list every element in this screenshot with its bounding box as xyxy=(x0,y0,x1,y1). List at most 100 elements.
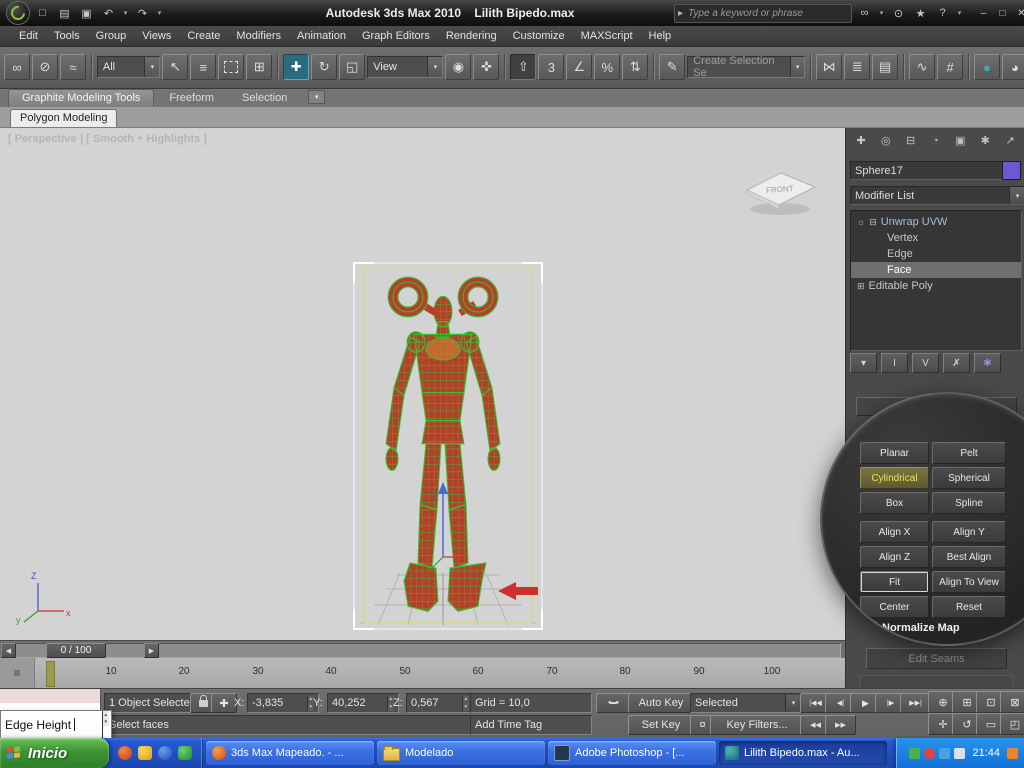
help-button[interactable]: ? xyxy=(933,4,952,23)
time-slider-track[interactable] xyxy=(15,643,841,658)
quick-launch-explorer-icon[interactable] xyxy=(158,746,172,760)
next-frame-arrow[interactable]: ▶ xyxy=(144,643,159,658)
partial-rollout-button[interactable] xyxy=(860,675,1013,689)
fit-button[interactable]: Fit xyxy=(860,571,929,593)
render-setup-button[interactable]: ◕ xyxy=(1002,54,1024,80)
modifier-list-dropdown[interactable]: Modifier List ▾ xyxy=(850,186,1024,205)
reset-button[interactable]: Reset xyxy=(932,596,1006,618)
tab-utilities[interactable]: ✱ xyxy=(976,133,994,148)
maximize-viewport-button[interactable]: ◰ xyxy=(1000,713,1024,735)
menu-customize[interactable]: Customize xyxy=(506,28,572,44)
tray-messenger-icon[interactable] xyxy=(924,748,935,759)
search-dropdown[interactable]: ▾ xyxy=(877,4,886,23)
menu-edit[interactable]: Edit xyxy=(12,28,45,44)
maximize-button[interactable]: □ xyxy=(994,6,1011,21)
named-selection-dropdown[interactable]: Create Selection Se ▾ xyxy=(687,56,805,78)
task-browser-window[interactable]: 3ds Max Mapeado. - ... xyxy=(206,741,374,765)
selection-filter-dropdown[interactable]: All ▾ xyxy=(97,56,160,78)
application-menu-button[interactable] xyxy=(6,1,30,25)
window-crossing-toggle-button[interactable]: ⊞ xyxy=(246,54,272,80)
favorites-button[interactable]: ★ xyxy=(911,4,930,23)
quick-launch-browser-icon[interactable] xyxy=(118,746,132,760)
menu-modifiers[interactable]: Modifiers xyxy=(229,28,288,44)
tab-polygon-modeling[interactable]: Polygon Modeling xyxy=(10,109,117,127)
tab-graphite-modeling-tools[interactable]: Graphite Modeling Tools xyxy=(8,89,154,107)
stack-item-unwrap-uvw[interactable]: ☼ ⊟ Unwrap UVW xyxy=(851,214,1021,230)
tab-hierarchy[interactable]: ⊟ xyxy=(902,133,920,148)
mini-curve-editor-button[interactable]: ≡ xyxy=(0,658,35,688)
communication-center-button[interactable]: ⊙ xyxy=(889,4,908,23)
quick-launch-messenger-icon[interactable] xyxy=(138,746,152,760)
taskbar-clock[interactable]: 21:44 xyxy=(972,747,1000,759)
cylindrical-button[interactable]: Cylindrical xyxy=(860,467,929,489)
quick-launch-media-icon[interactable] xyxy=(178,746,192,760)
angle-snap-button[interactable]: ∠ xyxy=(566,54,592,80)
panel-popout-button[interactable]: ↗ xyxy=(1001,133,1019,148)
key-filters-button[interactable]: Key Filters... xyxy=(710,715,804,735)
z-coordinate-field[interactable]: 0,567 ▲▼ xyxy=(406,693,474,713)
undo-dropdown[interactable]: ▾ xyxy=(121,4,130,23)
unlink-selection-button[interactable]: ⊘ xyxy=(32,54,58,80)
add-time-tag-field[interactable]: Add Time Tag xyxy=(470,715,592,735)
select-and-rotate-button[interactable]: ↻ xyxy=(311,54,337,80)
selected-filter-dropdown[interactable]: Selected ▾ xyxy=(690,693,802,713)
pin-stack-button[interactable]: ▾ xyxy=(850,353,877,373)
menu-rendering[interactable]: Rendering xyxy=(439,28,504,44)
configure-modifier-sets-button[interactable]: ✱ xyxy=(974,353,1001,373)
menu-maxscript[interactable]: MAXScript xyxy=(574,28,640,44)
normalize-map-checkbox[interactable]: ✓ Normalize Map xyxy=(864,621,960,634)
percent-snap-button[interactable]: % xyxy=(594,54,620,80)
tray-volume-icon[interactable] xyxy=(954,748,965,759)
start-button[interactable]: Inicio xyxy=(0,738,109,768)
align-button[interactable]: ≣ xyxy=(844,54,870,80)
select-object-button[interactable]: ↖ xyxy=(162,54,188,80)
auto-key-button[interactable]: Auto Key xyxy=(628,693,694,713)
select-and-manipulate-button[interactable]: ✜ xyxy=(473,54,499,80)
stack-item-edge[interactable]: Edge xyxy=(851,246,1021,262)
align-y-button[interactable]: Align Y xyxy=(932,521,1006,543)
viewport[interactable]: [ Perspective ] [ Smooth + Highlights ] … xyxy=(0,127,845,640)
tray-language-icon[interactable] xyxy=(1007,748,1018,759)
select-and-move-button[interactable]: ✚ xyxy=(283,54,309,80)
select-and-scale-button[interactable]: ◱ xyxy=(339,54,365,80)
spinner-snap-button[interactable]: ⇅ xyxy=(622,54,648,80)
menu-create[interactable]: Create xyxy=(180,28,227,44)
select-by-name-button[interactable]: ≡ xyxy=(190,54,216,80)
zoom-extents-all-button[interactable]: ⊠ xyxy=(1000,691,1024,713)
track-bar[interactable]: ≡ 10 20 30 40 50 60 70 80 90 100 xyxy=(0,658,845,689)
spherical-button[interactable]: Spherical xyxy=(932,467,1006,489)
menu-graph-editors[interactable]: Graph Editors xyxy=(355,28,437,44)
tab-display[interactable]: ▣ xyxy=(951,133,969,148)
undo-button[interactable]: ↶ xyxy=(99,4,118,23)
new-scene-button[interactable]: □ xyxy=(33,4,52,23)
center-button[interactable]: Center xyxy=(860,596,929,618)
menu-group[interactable]: Group xyxy=(89,28,134,44)
edit-seams-button[interactable]: Edit Seams xyxy=(866,648,1007,669)
rectangular-selection-region-button[interactable] xyxy=(218,54,244,80)
set-key-button[interactable]: Set Key xyxy=(628,715,694,735)
next-key-button[interactable]: ▶▶ xyxy=(825,715,856,735)
edit-named-selection-sets-button[interactable]: ✎ xyxy=(659,54,685,80)
task-3dsmax-window[interactable]: Lilith Bipedo.max - Au... xyxy=(719,741,887,765)
menu-animation[interactable]: Animation xyxy=(290,28,353,44)
menu-help[interactable]: Help xyxy=(642,28,679,44)
x-coordinate-field[interactable]: -3,835 ▲▼ xyxy=(247,693,319,713)
curve-editor-button[interactable]: ∿ xyxy=(909,54,935,80)
stack-item-vertex[interactable]: Vertex xyxy=(851,230,1021,246)
ribbon-minimize-button[interactable]: ▾ xyxy=(308,90,325,104)
align-to-view-button[interactable]: Align To View xyxy=(932,571,1006,593)
minimize-button[interactable]: – xyxy=(975,6,992,21)
open-file-button[interactable]: ▤ xyxy=(55,4,74,23)
schematic-view-button[interactable]: # xyxy=(937,54,963,80)
stack-item-editable-poly[interactable]: ⊞ Editable Poly xyxy=(851,278,1021,294)
search-input[interactable] xyxy=(686,7,848,20)
align-x-button[interactable]: Align X xyxy=(860,521,929,543)
tooltip-spinner[interactable]: ▲▼ xyxy=(102,711,109,738)
keyframe-marker[interactable] xyxy=(46,661,55,687)
use-pivot-center-button[interactable]: ◉ xyxy=(445,54,471,80)
menu-views[interactable]: Views xyxy=(135,28,178,44)
redo-dropdown[interactable]: ▾ xyxy=(155,4,164,23)
make-unique-button[interactable]: V xyxy=(912,353,939,373)
close-button[interactable]: ✕ xyxy=(1013,6,1024,21)
viewcube[interactable]: FRONT xyxy=(735,162,825,217)
